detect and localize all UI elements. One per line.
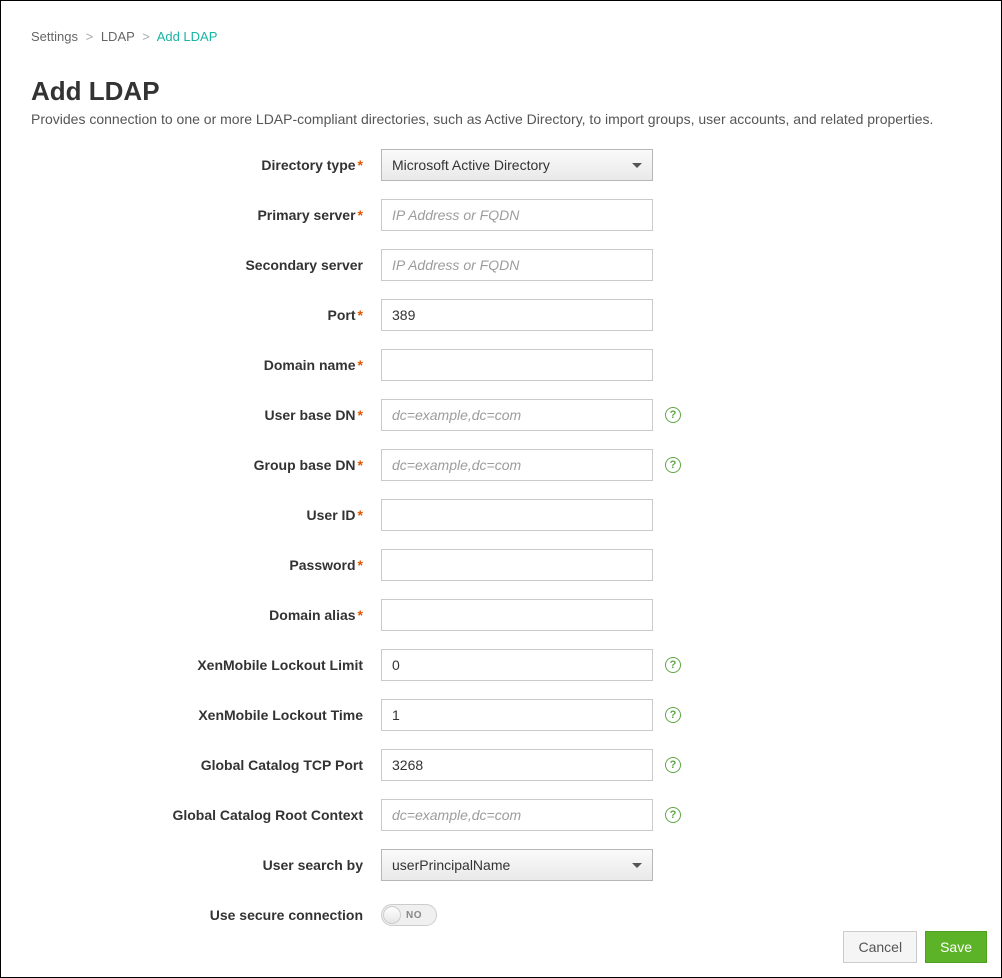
page-title: Add LDAP <box>31 76 971 107</box>
user-search-by-select[interactable]: userPrincipalName <box>381 849 653 881</box>
domain-alias-input[interactable] <box>381 599 653 631</box>
help-icon[interactable]: ? <box>665 757 681 773</box>
add-ldap-window: Settings > LDAP > Add LDAP Add LDAP Prov… <box>0 0 1002 978</box>
directory-type-select[interactable]: Microsoft Active Directory <box>381 149 653 181</box>
breadcrumb-add-ldap: Add LDAP <box>157 29 218 44</box>
gc-root-context-input[interactable] <box>381 799 653 831</box>
page-subtitle: Provides connection to one or more LDAP-… <box>31 111 971 127</box>
group-base-dn-input[interactable] <box>381 449 653 481</box>
breadcrumb-sep: > <box>142 29 150 44</box>
label-gc-root-context: Global Catalog Root Context <box>31 807 381 823</box>
domain-name-input[interactable] <box>381 349 653 381</box>
row-directory-type: Directory type* Microsoft Active Directo… <box>31 149 971 181</box>
row-gc-tcp-port: Global Catalog TCP Port ? <box>31 749 971 781</box>
toggle-state-label: NO <box>406 910 422 921</box>
label-secondary-server: Secondary server <box>31 257 381 273</box>
row-gc-root-context: Global Catalog Root Context ? <box>31 799 971 831</box>
user-search-by-value: userPrincipalName <box>392 857 510 873</box>
row-group-base-dn: Group base DN* ? <box>31 449 971 481</box>
row-port: Port* <box>31 299 971 331</box>
row-primary-server: Primary server* <box>31 199 971 231</box>
row-lockout-limit: XenMobile Lockout Limit ? <box>31 649 971 681</box>
lockout-limit-input[interactable] <box>381 649 653 681</box>
label-lockout-time: XenMobile Lockout Time <box>31 707 381 723</box>
row-secondary-server: Secondary server <box>31 249 971 281</box>
row-user-search-by: User search by userPrincipalName <box>31 849 971 881</box>
label-primary-server: Primary server* <box>31 207 381 223</box>
row-domain-alias: Domain alias* <box>31 599 971 631</box>
label-use-secure-connection: Use secure connection <box>31 907 381 923</box>
row-use-secure-connection: Use secure connection NO <box>31 899 971 931</box>
row-lockout-time: XenMobile Lockout Time ? <box>31 699 971 731</box>
chevron-down-icon <box>632 163 642 168</box>
ldap-form: Directory type* Microsoft Active Directo… <box>31 149 971 931</box>
secondary-server-input[interactable] <box>381 249 653 281</box>
password-input[interactable] <box>381 549 653 581</box>
help-icon[interactable]: ? <box>665 407 681 423</box>
label-domain-name: Domain name* <box>31 357 381 373</box>
use-secure-connection-toggle[interactable]: NO <box>381 904 437 926</box>
port-input[interactable] <box>381 299 653 331</box>
row-user-base-dn: User base DN* ? <box>31 399 971 431</box>
help-icon[interactable]: ? <box>665 707 681 723</box>
label-gc-tcp-port: Global Catalog TCP Port <box>31 757 381 773</box>
breadcrumb: Settings > LDAP > Add LDAP <box>31 29 971 44</box>
toggle-knob-icon <box>383 906 401 924</box>
primary-server-input[interactable] <box>381 199 653 231</box>
help-icon[interactable]: ? <box>665 657 681 673</box>
lockout-time-input[interactable] <box>381 699 653 731</box>
breadcrumb-ldap[interactable]: LDAP <box>101 29 135 44</box>
label-port: Port* <box>31 307 381 323</box>
gc-tcp-port-input[interactable] <box>381 749 653 781</box>
label-directory-type: Directory type* <box>31 157 381 173</box>
button-bar: Cancel Save <box>843 931 987 963</box>
label-lockout-limit: XenMobile Lockout Limit <box>31 657 381 673</box>
directory-type-value: Microsoft Active Directory <box>392 157 550 173</box>
help-icon[interactable]: ? <box>665 457 681 473</box>
breadcrumb-settings[interactable]: Settings <box>31 29 78 44</box>
user-base-dn-input[interactable] <box>381 399 653 431</box>
label-domain-alias: Domain alias* <box>31 607 381 623</box>
chevron-down-icon <box>632 863 642 868</box>
row-user-id: User ID* <box>31 499 971 531</box>
label-user-base-dn: User base DN* <box>31 407 381 423</box>
user-id-input[interactable] <box>381 499 653 531</box>
label-password: Password* <box>31 557 381 573</box>
breadcrumb-sep: > <box>86 29 94 44</box>
save-button[interactable]: Save <box>925 931 987 963</box>
row-domain-name: Domain name* <box>31 349 971 381</box>
label-user-search-by: User search by <box>31 857 381 873</box>
label-user-id: User ID* <box>31 507 381 523</box>
row-password: Password* <box>31 549 971 581</box>
help-icon[interactable]: ? <box>665 807 681 823</box>
cancel-button[interactable]: Cancel <box>843 931 917 963</box>
label-group-base-dn: Group base DN* <box>31 457 381 473</box>
